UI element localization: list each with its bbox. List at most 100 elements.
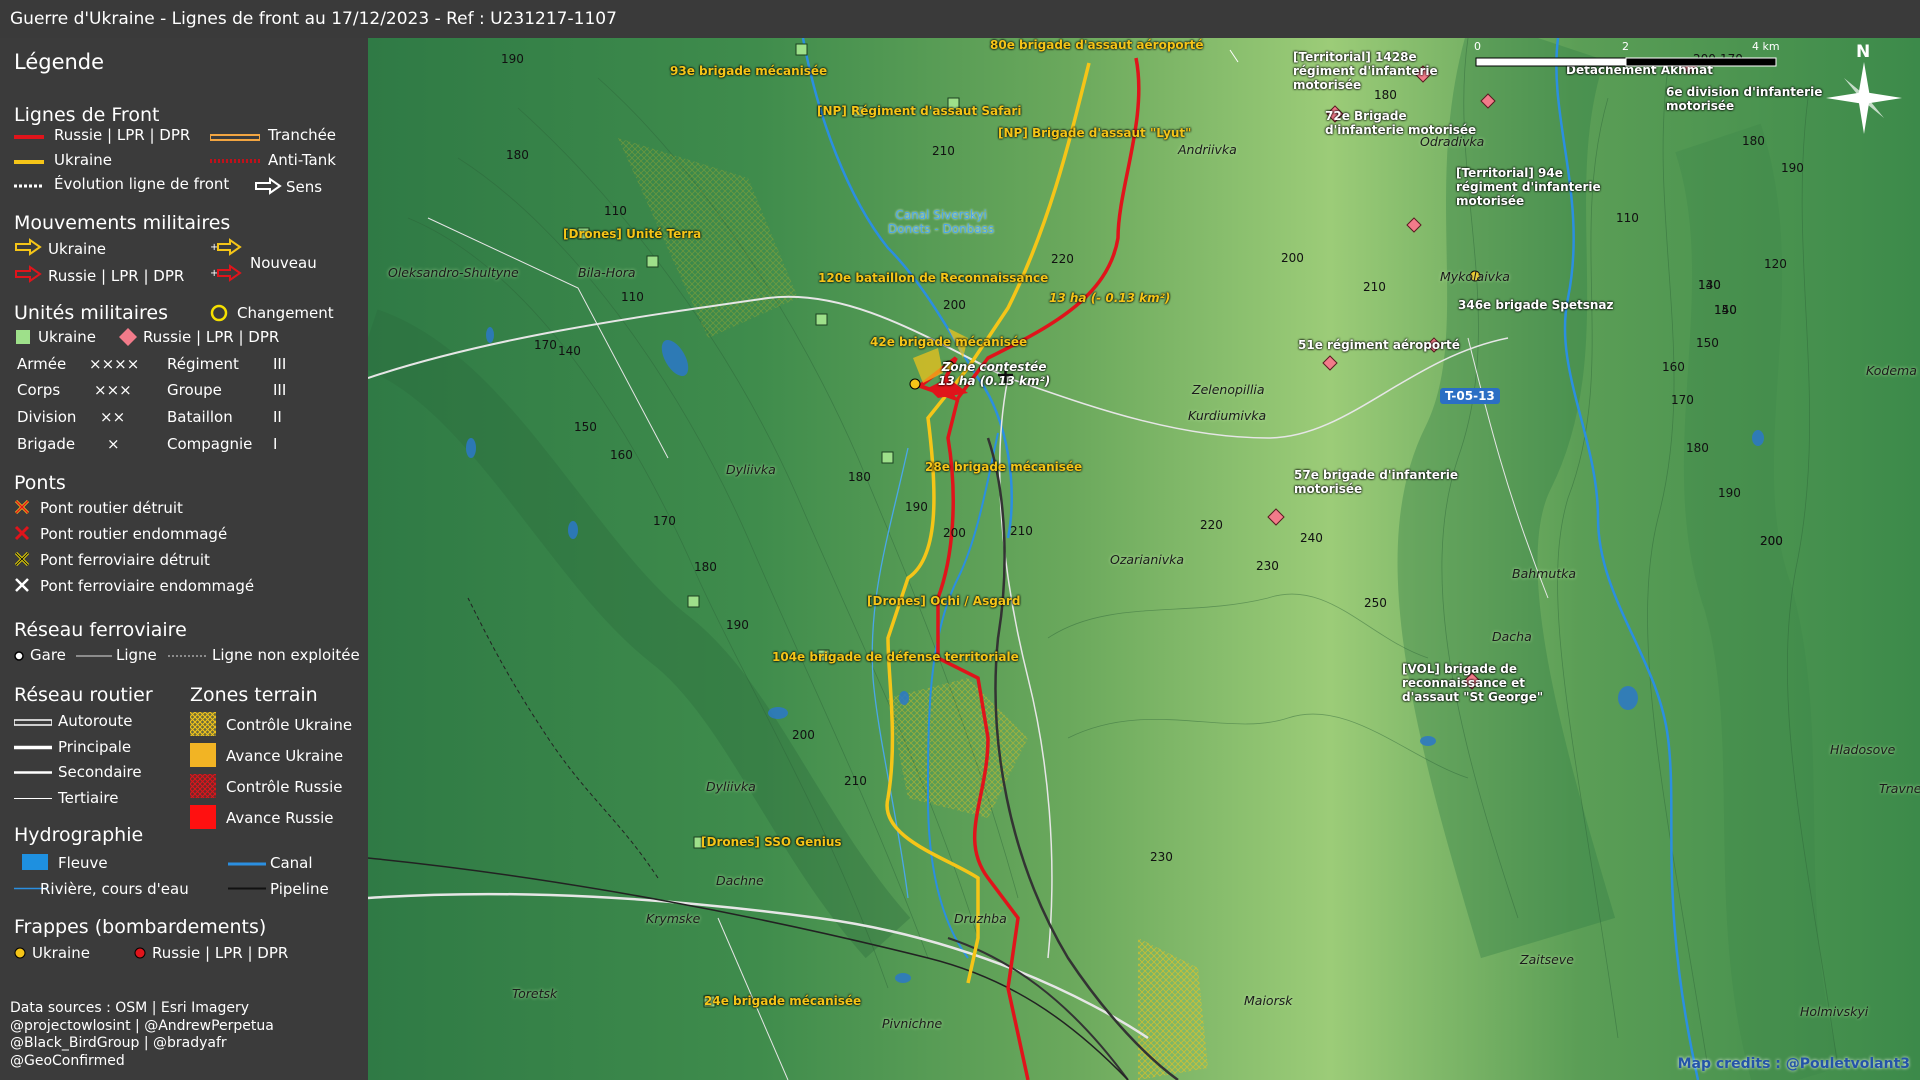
elevation-label: 210 bbox=[844, 774, 867, 788]
ua-unit-marker bbox=[646, 255, 659, 268]
canal-label-line: Donets - Donbass bbox=[888, 222, 995, 236]
ru-unit-marker bbox=[1406, 217, 1422, 233]
legend-roads-heading: Réseau routier bbox=[14, 684, 153, 706]
trench-symbol bbox=[210, 134, 260, 141]
scale-bar: 0 2 4 km bbox=[1472, 38, 1782, 76]
canal-label: Canal Siverskyi Donets - Donbass bbox=[888, 208, 994, 236]
legend-road-secondary: Secondaire bbox=[58, 763, 142, 781]
elevation-label: 170 bbox=[534, 338, 557, 352]
contested-zone-line: 13 ha (0.13 km²) bbox=[938, 374, 1051, 388]
legend-road-highway: Autoroute bbox=[58, 712, 133, 730]
rail-unused-symbol bbox=[168, 655, 206, 657]
elevation-label: 160 bbox=[1662, 360, 1685, 374]
elevation-label: 190 bbox=[1718, 486, 1741, 500]
ua-unit-label: [Drones] SSO Genius bbox=[701, 835, 842, 849]
ua-unit-label: 104e brigade de défense territoriale bbox=[772, 650, 1019, 664]
scale-label: 4 km bbox=[1752, 40, 1780, 53]
ru-unit-label: 6e division d'infanterie motorisée bbox=[1666, 85, 1823, 113]
legend-hydro-heading: Hydrographie bbox=[14, 824, 144, 846]
canal-label-line: Canal Siverskyi bbox=[895, 208, 987, 222]
ru-unit-marker bbox=[1267, 508, 1285, 526]
map-canvas[interactable]: 190 180 170 160 150 140 110 110 170 180 … bbox=[368, 38, 1920, 1080]
legend-strikes-heading: Frappes (bombardements) bbox=[14, 916, 267, 938]
ru-unit-label: 51e régiment aéroporté bbox=[1298, 338, 1460, 352]
rail-bridge-damaged-icon bbox=[15, 578, 29, 592]
elevation-label: 210 bbox=[932, 144, 955, 158]
legend-change: Changement bbox=[237, 304, 334, 322]
elevation-label: 180 bbox=[1686, 441, 1709, 455]
legend-strike-ukraine: Ukraine bbox=[32, 944, 90, 962]
elevation-label: 180 bbox=[1742, 134, 1765, 148]
legend-road-main: Principale bbox=[58, 738, 132, 756]
change-circle-icon bbox=[210, 304, 228, 322]
ukraine-unit-square-icon bbox=[16, 330, 30, 344]
ru-unit-label: [Territorial] 94e régiment d'infanterie … bbox=[1456, 166, 1601, 208]
town-label: Holmivskyi bbox=[1800, 1004, 1869, 1019]
legend-front-lines-heading: Lignes de Front bbox=[14, 104, 160, 126]
legend-echelon-regiment: Régiment bbox=[167, 355, 239, 373]
elevation-label: 140 bbox=[1698, 278, 1721, 292]
legend-ukraine-line: Ukraine bbox=[54, 151, 112, 169]
legend-bridge-road-damaged: Pont routier endommagé bbox=[40, 525, 228, 543]
river-area-icon bbox=[22, 854, 48, 870]
ua-unit-label: 28e brigade mécanisée bbox=[925, 460, 1083, 474]
elevation-label: 150 bbox=[1714, 303, 1737, 317]
town-label: Dacha bbox=[1492, 629, 1532, 644]
elevation-label: 180 bbox=[694, 560, 717, 574]
town-label: Krymske bbox=[646, 911, 701, 926]
pipeline-line-symbol bbox=[228, 887, 266, 890]
legend-direction: Sens bbox=[286, 178, 323, 196]
elevation-label: 110 bbox=[604, 204, 627, 218]
ukraine-move-arrow-icon bbox=[15, 238, 42, 256]
elevation-label: 180 bbox=[848, 470, 871, 484]
russia-move-arrow-icon bbox=[15, 265, 42, 283]
contested-zone-label: Zone contestée 13 ha (0.13 km²) bbox=[938, 360, 1050, 388]
elevation-label: 200 bbox=[1281, 251, 1304, 265]
ua-unit-label: 42e brigade mécanisée bbox=[870, 335, 1028, 349]
map-title: Guerre d'Ukraine - Lignes de front au 17… bbox=[0, 0, 1920, 38]
legend-echelon-group: Groupe bbox=[167, 381, 222, 399]
elevation-label: 190 bbox=[1781, 161, 1804, 175]
zone-ukraine-control-icon bbox=[190, 712, 216, 736]
legend-rail-line: Ligne bbox=[116, 646, 157, 664]
legend-hydro-pipeline: Pipeline bbox=[270, 880, 329, 898]
town-label: Kurdiumivka bbox=[1188, 408, 1267, 423]
legend-road-tertiary: Tertiaire bbox=[58, 789, 119, 807]
town-label: Druzhba bbox=[954, 911, 1007, 926]
legend-unit-russia: Russie | LPR | DPR bbox=[143, 328, 280, 346]
town-label: Hladosove bbox=[1830, 742, 1896, 757]
north-label: N bbox=[1856, 42, 1871, 62]
town-label: Travne bbox=[1879, 781, 1920, 796]
town-label: Pivnichne bbox=[882, 1016, 943, 1031]
ru-unit-marker bbox=[1322, 355, 1338, 371]
legend-echelon-corps: Corps bbox=[17, 381, 61, 399]
ua-unit-label: 24e brigade mécanisée bbox=[704, 994, 862, 1008]
ua-unit-marker bbox=[815, 313, 828, 326]
elevation-label: 230 bbox=[1150, 850, 1173, 864]
rail-bridge-destroyed-icon bbox=[14, 551, 30, 567]
new-move-arrows-icon: ++ bbox=[210, 238, 242, 282]
elevation-label: 120 bbox=[1764, 257, 1787, 271]
elevation-label: 220 bbox=[1200, 518, 1223, 532]
legend-echelon-company: Compagnie bbox=[167, 435, 253, 453]
legend-hydro-canal: Canal bbox=[270, 854, 313, 872]
elevation-label: 200 bbox=[943, 298, 966, 312]
rail-line-symbol bbox=[76, 655, 112, 657]
legend-echelon-group-symbol: III bbox=[273, 381, 287, 399]
town-label: Dyliivka bbox=[726, 462, 776, 477]
town-label: Andriivka bbox=[1178, 142, 1237, 157]
antitank-symbol bbox=[210, 159, 260, 163]
russia-strike-dot-icon bbox=[134, 947, 146, 959]
russia-unit-diamond-icon bbox=[119, 328, 137, 346]
town-label: Dachne bbox=[716, 873, 764, 888]
legend-antitank: Anti-Tank bbox=[268, 151, 336, 169]
credit-line: @projectowlosint | @AndrewPerpetua bbox=[10, 1017, 274, 1034]
elevation-label: 150 bbox=[1696, 336, 1719, 350]
ru-unit-marker bbox=[1480, 93, 1496, 109]
elevation-label: 230 bbox=[1256, 559, 1279, 573]
ua-unit-marker bbox=[795, 43, 808, 56]
scale-label: 0 bbox=[1474, 40, 1481, 53]
secondary-road-symbol bbox=[14, 771, 52, 774]
town-label: Kodema bbox=[1866, 363, 1917, 378]
legend-bridge-road-destroyed: Pont routier détruit bbox=[40, 499, 183, 517]
